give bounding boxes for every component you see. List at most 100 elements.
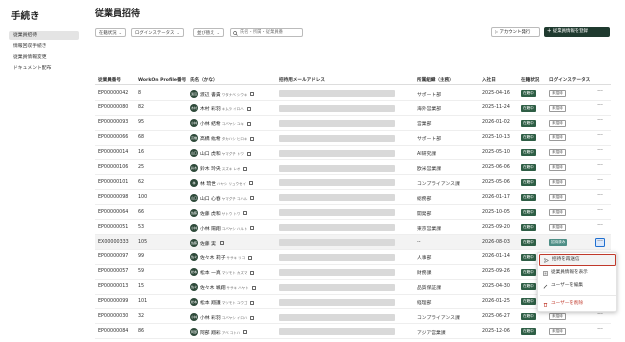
emp-no-cell: EP00000099 xyxy=(98,299,129,305)
more-actions-icon[interactable]: ··· xyxy=(595,207,605,217)
table-row[interactable]: EP00000084 86 阿部 阿部 翔彩アベ コトハ アジア営業課 2025-12-0… xyxy=(95,324,611,340)
table-row[interactable]: EP00000101 62 林林 琉世ハヤシ リュウセイ コンプライアンス課 2025-… xyxy=(95,175,611,191)
name-kana: コバヤシ ユキ xyxy=(221,122,244,127)
login-status-badge: 未招待 xyxy=(549,179,566,187)
avatar: 林 xyxy=(190,178,198,187)
table-row[interactable]: EP00000051 53 小林 小林 陽翔コバヤシ ハルト 東京営業課 2025-09-… xyxy=(95,220,611,235)
table-row[interactable]: EP00000057 59 松本 松本 一真マツモト カズマ 財務課 2025-09-26… xyxy=(95,265,611,280)
table-header: 従業員番号 WorkOn Profile番号 氏名（かな） 招待用メールアドレス… xyxy=(95,74,611,85)
table-row[interactable]: EP00000013 15 佐々木 佐々木 颯翔ササキ ハヤト 品質保証課 2025-04… xyxy=(95,280,611,297)
workon-no-cell: 100 xyxy=(138,194,148,200)
status-filter[interactable]: 在籍状況 ⌄ xyxy=(95,28,126,37)
table-row[interactable]: EP00000106 25 鈴木 鈴木 玲央スズキ レオ 欧米営業課 2025-06-06… xyxy=(95,161,611,176)
copy-icon[interactable] xyxy=(250,92,255,96)
sidebar-item-employee-invite[interactable]: 従業員招待 xyxy=(9,31,79,40)
name-kana: ヤマグチ トワ xyxy=(221,152,244,157)
sidebar-item-document-distribution[interactable]: ドキュメント配布 xyxy=(9,64,79,73)
copy-icon[interactable] xyxy=(250,196,255,201)
issue-account-button[interactable]: ▷ アカウント発行 xyxy=(491,27,540,37)
email-redacted xyxy=(279,134,395,142)
copy-icon[interactable] xyxy=(250,315,255,320)
email-redacted xyxy=(279,164,395,172)
more-actions-icon[interactable]: ··· xyxy=(595,118,605,127)
view-employee-info-menu-item[interactable]: 従業員情報を表示 xyxy=(539,267,616,279)
trash-icon xyxy=(543,302,548,307)
more-actions-icon[interactable]: ··· xyxy=(595,237,605,247)
copy-icon[interactable] xyxy=(243,211,248,216)
copy-icon[interactable] xyxy=(248,255,253,260)
avatar: 小林 xyxy=(190,223,198,232)
chevron-down-icon: ⌄ xyxy=(216,30,220,35)
avatar: 阿部 xyxy=(190,327,198,336)
search-box[interactable] xyxy=(230,28,303,37)
resend-invite-menu-item[interactable]: 招待を再送信 xyxy=(539,254,616,266)
table-row[interactable]: EP00000042 8 渡辺 渡辺 書貴ワタナベ シウキ サポート部 2025-04-1… xyxy=(95,86,611,101)
edit-user-menu-item[interactable]: ユーザーを編集 xyxy=(539,280,616,292)
table-row[interactable]: EP00000097 99 佐々木 佐々木 莉子ササキ リコ 人事部 2026-01-14… xyxy=(95,250,611,267)
copy-icon[interactable] xyxy=(251,285,256,290)
emp-no-cell: EP00000014 xyxy=(98,150,129,156)
email-redacted xyxy=(279,298,395,306)
copy-icon[interactable] xyxy=(243,166,248,171)
login-status-filter[interactable]: ログインステータス ⌄ xyxy=(131,28,184,37)
table-row[interactable]: EP00000098 100 山口 山口 心春ヤマグチ コハル 総務部 2026-01-1… xyxy=(95,190,611,206)
more-actions-icon[interactable]: ··· xyxy=(595,133,605,142)
table-row[interactable]: EP00000030 32 小林 小林 彩羽コバヤシ イロハ コンプライアンス課 2025… xyxy=(95,310,611,325)
avatar: 山口 xyxy=(190,193,198,202)
copy-icon[interactable] xyxy=(249,181,254,186)
workon-no-cell: 99 xyxy=(138,254,145,260)
header-join-date: 入社日 xyxy=(482,78,496,83)
emp-no-cell: EP00000057 xyxy=(98,269,129,275)
more-actions-icon[interactable]: ··· xyxy=(595,222,605,232)
register-employee-button[interactable]: ＋ 従業員情報を登録 xyxy=(544,27,610,37)
search-input[interactable] xyxy=(240,29,302,36)
email-redacted xyxy=(279,179,395,187)
name-kana: コバヤシ イロハ xyxy=(221,316,248,320)
table-row[interactable]: EP00000080 82 木村 木村 彩羽キムラ イロハ 海外営業部 2025-11-2… xyxy=(95,101,611,116)
more-actions-icon[interactable]: ··· xyxy=(595,192,605,202)
copy-icon[interactable] xyxy=(250,136,255,141)
dept-cell: 財務課 xyxy=(417,271,432,277)
email-redacted xyxy=(279,328,395,336)
more-actions-icon[interactable]: ··· xyxy=(595,177,605,187)
more-actions-icon[interactable]: ··· xyxy=(595,312,605,321)
header-login: ログインステータス xyxy=(549,78,591,83)
copy-icon[interactable] xyxy=(246,151,251,156)
table-row[interactable]: EP00000064 66 佐藤 佐藤 虎和サトウ トワ 開発部 2025-10-05 在籍… xyxy=(95,205,611,221)
more-actions-icon[interactable]: ··· xyxy=(595,326,605,336)
copy-icon[interactable] xyxy=(246,106,251,111)
more-actions-icon[interactable]: ··· xyxy=(595,163,605,172)
copy-icon[interactable] xyxy=(243,330,248,335)
copy-icon[interactable] xyxy=(246,121,251,126)
name-cell: 小林 結希コバヤシ ユキ xyxy=(200,120,251,127)
table-row[interactable]: EP00000014 16 山口 山口 虎和ヤマグチ トワ AI研究課 2025-05-1… xyxy=(95,146,611,161)
table-row[interactable]: EX00000333 105 佐藤 佐藤 実 -- 2026-08-03 在籍中 招待済み ··… xyxy=(95,235,611,250)
more-actions-icon[interactable]: ··· xyxy=(595,103,605,112)
dept-cell: 開発部 xyxy=(417,211,432,217)
workon-no-cell: 62 xyxy=(138,179,145,185)
more-actions-icon[interactable]: ··· xyxy=(595,88,605,98)
name-cell: 渡辺 書貴ワタナベ シウキ xyxy=(200,91,255,98)
avatar: 小林 xyxy=(190,313,198,321)
copy-icon[interactable] xyxy=(219,241,224,245)
sidebar-item-info-collection[interactable]: 情報回収手続き xyxy=(9,42,79,51)
table-row[interactable]: EP00000099 101 松本 松本 翔護マツモト ユウゴ 経理部 2026-01-2… xyxy=(95,295,611,310)
table-row[interactable]: EP00000066 68 高橋 高橋 紘希タカハシ ヒロキ サポート部 2025-10-… xyxy=(95,131,611,146)
emp-no-cell: EP00000080 xyxy=(98,105,129,111)
table-row[interactable]: EP00000093 95 小林 小林 結希コバヤシ ユキ 営業部 2026-01-02 在… xyxy=(95,116,611,131)
delete-user-menu-item[interactable]: ユーザーを削除 xyxy=(539,298,616,310)
more-actions-icon[interactable]: ··· xyxy=(595,148,605,157)
name-cell: 松本 翔護マツモト ユウゴ xyxy=(200,299,255,306)
login-status-badge: 未招待 xyxy=(549,194,566,202)
login-status-badge: 未招待 xyxy=(549,89,566,97)
sort-select[interactable]: 並び替え ⌄ xyxy=(193,28,224,37)
header-emp-no: 従業員番号 xyxy=(98,78,121,83)
name-kana: ヤマグチ コハル xyxy=(221,196,248,201)
join-date-cell: 2025-04-16 xyxy=(482,90,510,96)
copy-icon[interactable] xyxy=(250,226,255,231)
workon-no-cell: 66 xyxy=(138,209,145,215)
sidebar-item-employee-info-change[interactable]: 従業員情報変更 xyxy=(9,53,79,62)
name-kana: スズキ レオ xyxy=(221,167,241,171)
copy-icon[interactable] xyxy=(250,300,255,305)
copy-icon[interactable] xyxy=(250,270,255,275)
